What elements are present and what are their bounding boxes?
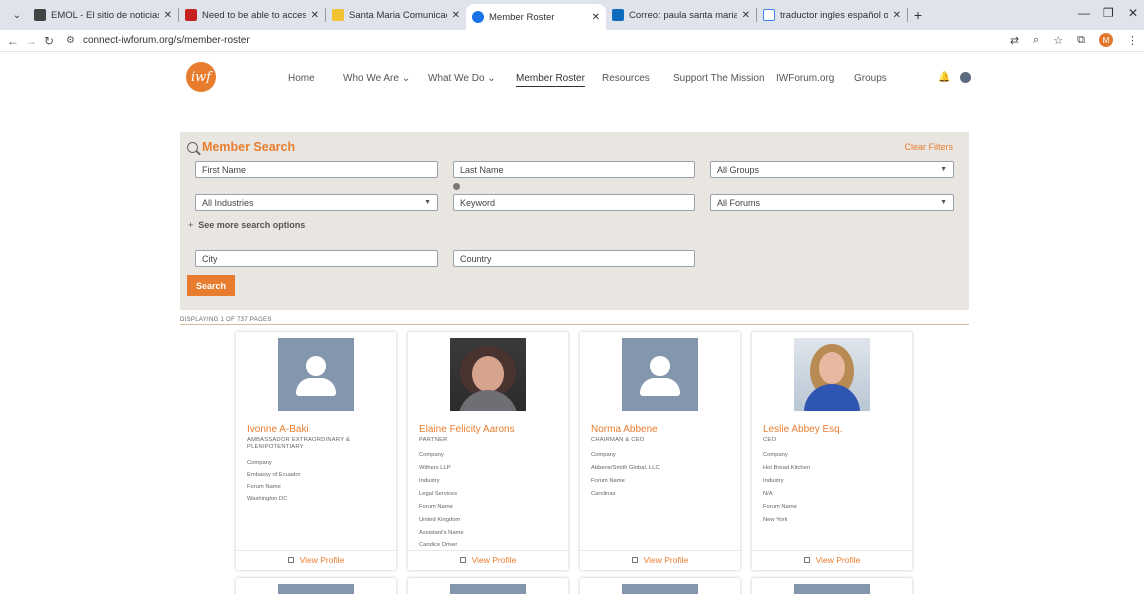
groups-select[interactable]: All Groups ▼ [710,161,954,178]
minimize-icon[interactable]: — [1078,6,1090,20]
profile-card-icon [287,557,294,563]
see-more-options-link[interactable]: + See more search options [188,220,305,230]
member-card: Elaine Felicity Aarons PARTNER Company W… [408,332,568,570]
first-name-input[interactable]: First Name [195,161,438,178]
plus-icon: + [188,220,194,230]
gmail-favicon-icon [185,9,197,21]
nav-iwforum-org[interactable]: IWForum.org [776,73,834,84]
chevron-down-icon: ⌄ [401,73,411,84]
browser-tab-santa-maria[interactable]: Santa Maria Comunicaciones - ✕ [326,3,466,27]
city-input[interactable]: City [195,250,438,267]
view-profile-link[interactable]: View Profile [752,555,912,565]
keyword-input[interactable]: Keyword [453,194,695,211]
chevron-down-icon: ⌄ [487,73,496,84]
nav-home[interactable]: Home [288,73,315,84]
clear-filters-link[interactable]: Clear Filters [904,142,953,152]
member-card-partial [408,578,568,594]
info-icon [453,183,460,190]
member-photo [450,338,526,411]
close-icon[interactable]: ✕ [311,10,319,21]
user-icon[interactable] [960,72,971,83]
view-profile-link[interactable]: View Profile [236,555,396,565]
browser-menu-icon[interactable]: ⋮ [1127,34,1138,47]
translate-icon[interactable]: ⇄ [1010,34,1019,47]
outlook-favicon-icon [612,9,624,21]
back-arrow-icon[interactable]: ← [4,34,22,48]
view-profile-link[interactable]: View Profile [580,555,740,565]
close-icon[interactable]: ✕ [164,10,172,21]
close-icon[interactable]: ✕ [592,12,600,23]
address-bar: ← → ↻ ⚙ connect-iwforum.org/s/member-ros… [0,30,1144,52]
emol-favicon-icon [34,9,46,21]
close-icon[interactable]: ✕ [452,10,460,21]
pagination-status: DISPLAYING 1 OF 737 PAGES [180,317,272,323]
site-settings-icon[interactable]: ⚙ [66,35,75,46]
browser-tab-member-roster[interactable]: Member Roster ✕ [466,4,606,30]
search-button[interactable]: Search [187,275,235,296]
new-tab-plus-icon[interactable]: + [908,7,928,23]
member-card-partial [752,578,912,594]
close-icon[interactable]: ✕ [893,10,901,21]
reload-icon[interactable]: ↻ [40,34,58,48]
nav-who-we-are[interactable]: Who We Are ⌄ [343,73,410,84]
forums-select[interactable]: All Forums ▼ [710,194,954,211]
nav-member-roster[interactable]: Member Roster [516,73,585,87]
profile-avatar[interactable]: M [1099,33,1113,47]
profile-card-icon [631,557,638,563]
close-icon[interactable]: ✕ [742,10,750,21]
search-icon [187,142,198,153]
browser-tab-translator[interactable]: traductor ingles español online ✕ [757,3,907,27]
nav-support-the-mission[interactable]: Support The Mission [673,73,765,84]
url-field[interactable]: ⚙ connect-iwforum.org/s/member-roster [66,35,250,46]
member-card-partial [236,578,396,594]
user-avatar-icon [278,338,354,411]
extensions-icon[interactable]: ⧉ [1077,34,1085,47]
caret-down-icon: ▼ [424,199,431,206]
slides-favicon-icon [332,9,344,21]
search-title: Member Search [202,140,296,154]
country-input[interactable]: Country [453,250,695,267]
member-card: Ivonne A-Baki AMBASSADOR EXTRAORDINARY &… [236,332,396,570]
profile-card-icon [803,557,810,563]
restore-icon[interactable]: ❐ [1103,6,1114,20]
browser-tab-bar: ⌄ EMOL - El sitio de noticias onli ✕ Nee… [0,0,1144,30]
member-name[interactable]: Elaine Felicity Aarons [419,424,515,435]
member-card-partial [580,578,740,594]
caret-down-icon: ▼ [940,166,947,173]
google-favicon-icon [763,9,775,21]
member-photo [794,338,870,411]
user-avatar-icon [622,338,698,411]
member-card: Leslie Abbey Esq. CEO Company Hot Bread … [752,332,912,570]
member-search-panel: Member Search Clear Filters First Name L… [180,132,969,310]
bell-icon[interactable]: 🔔 [938,72,950,83]
forward-arrow-icon[interactable]: → [22,34,40,48]
bookmark-star-icon[interactable]: ☆ [1053,34,1063,47]
browser-tab-outlook[interactable]: Correo: paula santa maria - Out ✕ [606,3,756,27]
profile-card-icon [459,557,466,563]
caret-down-icon: ▼ [940,199,947,206]
nav-what-we-do[interactable]: What We Do ⌄ [428,73,496,84]
tab-search-chevron-icon[interactable]: ⌄ [6,4,28,26]
zoom-icon[interactable]: ⌕ [1033,34,1039,47]
browser-tab-gmail[interactable]: Need to be able to access IWF ✕ [179,3,325,27]
window-close-icon[interactable]: ✕ [1128,6,1138,20]
view-profile-link[interactable]: View Profile [408,555,568,565]
nav-groups[interactable]: Groups [854,73,887,84]
iwf-logo[interactable]: iwf [186,62,216,92]
member-name[interactable]: Ivonne A-Baki [247,424,309,435]
last-name-input[interactable]: Last Name [453,161,695,178]
member-name[interactable]: Norma Abbene [591,424,658,435]
iwf-favicon-icon [472,11,484,23]
browser-tab-emol[interactable]: EMOL - El sitio de noticias onli ✕ [28,3,178,27]
member-name[interactable]: Leslie Abbey Esq. [763,424,843,435]
nav-resources[interactable]: Resources [602,73,650,84]
member-card: Norma Abbene CHAIRMAN & CEO Company Abbe… [580,332,740,570]
industries-select[interactable]: All Industries ▼ [195,194,438,211]
